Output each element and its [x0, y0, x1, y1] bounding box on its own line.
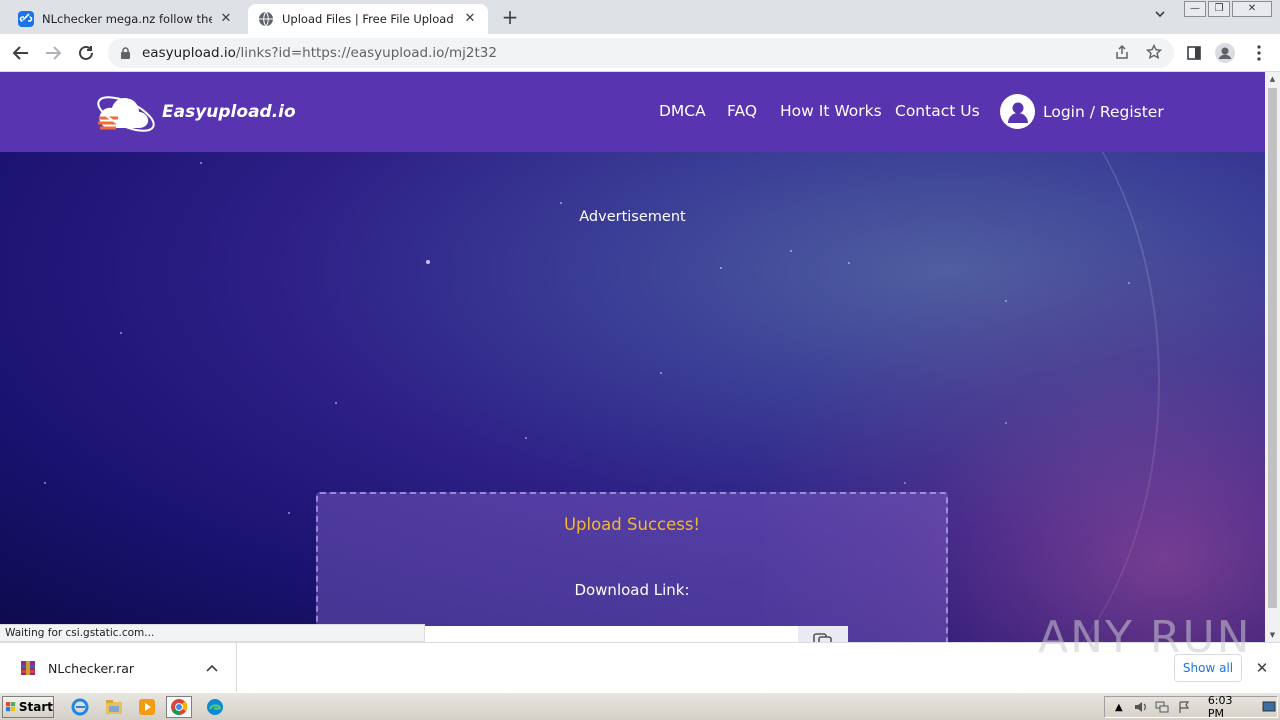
browser-toolbar: easyupload.io/links?id=https://easyuploa… [0, 34, 1280, 72]
file-explorer-icon[interactable] [101, 696, 127, 718]
anyrun-watermark: ANY RUN [1038, 611, 1252, 663]
windows-taskbar: Start ▲ 6:03 PM [0, 692, 1280, 720]
media-player-icon[interactable] [134, 696, 160, 718]
show-desktop-icon[interactable] [1261, 699, 1277, 715]
close-window-icon[interactable]: ✕ [1232, 1, 1272, 17]
advertisement-label: Advertisement [579, 209, 686, 225]
nav-contact-us[interactable]: Contact Us [895, 102, 980, 120]
new-tab-button[interactable]: + [498, 6, 522, 30]
download-link-label: Download Link: [574, 581, 690, 599]
chevron-up-icon[interactable] [202, 662, 222, 675]
login-label: Login / Register [1043, 102, 1164, 121]
scrollbar-thumb[interactable] [1268, 88, 1277, 608]
forward-arrow-icon[interactable] [40, 40, 66, 66]
tab-easyupload[interactable]: Upload Files | Free File Upload and T ✕ [248, 4, 488, 34]
nav-how-it-works[interactable]: How It Works [780, 102, 882, 120]
copy-icon [813, 633, 832, 642]
edge-icon[interactable] [202, 696, 228, 718]
scroll-up-arrow-icon[interactable]: ▲ [1265, 72, 1280, 86]
page-scrollbar[interactable]: ▲ ▼ [1265, 72, 1280, 642]
copy-link-button[interactable] [798, 626, 848, 642]
brand-name: Easyupload.io [162, 102, 296, 122]
tab-close-icon[interactable]: ✕ [218, 11, 234, 27]
cloud-logo-icon [97, 96, 155, 132]
profile-avatar-icon[interactable] [1214, 42, 1236, 64]
network-icon[interactable] [1154, 699, 1170, 715]
tab-title: Upload Files | Free File Upload and T [282, 12, 456, 26]
side-panel-icon[interactable] [1183, 42, 1205, 64]
menu-kebab-icon[interactable] [1248, 42, 1270, 64]
start-label: Start [18, 700, 53, 714]
site-header: Easyupload.io DMCA FAQ How It Works Cont… [0, 72, 1265, 152]
user-avatar-icon [1000, 94, 1035, 129]
start-button[interactable]: Start [2, 696, 54, 718]
back-arrow-icon[interactable] [8, 40, 34, 66]
volume-icon[interactable] [1133, 699, 1149, 715]
share-icon[interactable] [1112, 42, 1132, 62]
download-file-name: NLchecker.rar [48, 660, 135, 676]
lock-icon[interactable] [120, 46, 132, 60]
upload-success-heading: Upload Success! [563, 515, 701, 534]
nav-faq[interactable]: FAQ [727, 102, 757, 120]
clock: 6:03 PM [1207, 694, 1233, 720]
status-bubble: Waiting for csi.gstatic.com... [0, 624, 425, 642]
system-tray: ▲ 6:03 PM [1104, 694, 1278, 720]
download-link-field[interactable] [425, 626, 799, 642]
download-item[interactable]: NLchecker.rar [0, 643, 237, 693]
bookmark-star-icon[interactable] [1144, 42, 1164, 62]
site-logo[interactable]: Easyupload.io [94, 84, 296, 140]
tab-strip: NLchecker mega.nz follow the link — ✕ Up… [0, 0, 1280, 34]
url-path: /links?id=https://easyupload.io/mj2t32 [235, 45, 497, 61]
chrome-icon[interactable] [166, 696, 192, 718]
web-page: Easyupload.io DMCA FAQ How It Works Cont… [0, 72, 1265, 642]
tab-close-icon[interactable]: ✕ [462, 11, 478, 27]
upload-result-panel: Upload Success! Download Link: [316, 492, 948, 642]
url-host: easyupload.io [142, 45, 236, 61]
globe-icon [258, 11, 274, 27]
link-icon [18, 11, 34, 27]
reload-icon[interactable] [73, 40, 99, 66]
minimize-icon[interactable]: — [1184, 1, 1206, 17]
tab-nlchecker[interactable]: NLchecker mega.nz follow the link — ✕ [8, 4, 244, 34]
tray-expand-icon[interactable]: ▲ [1111, 699, 1127, 715]
nav-dmca[interactable]: DMCA [659, 102, 706, 120]
address-bar[interactable]: easyupload.io/links?id=https://easyuploa… [108, 38, 1174, 68]
windows-flag-icon [6, 702, 16, 712]
rar-archive-icon [21, 661, 35, 675]
tab-title: NLchecker mega.nz follow the link — [42, 12, 212, 26]
ie-icon[interactable] [67, 696, 93, 718]
action-center-flag-icon[interactable] [1176, 699, 1192, 715]
tab-search-chevron-icon[interactable] [1150, 8, 1170, 26]
login-register-link[interactable]: Login / Register [1000, 94, 1164, 129]
restore-icon[interactable]: ❐ [1208, 1, 1230, 17]
